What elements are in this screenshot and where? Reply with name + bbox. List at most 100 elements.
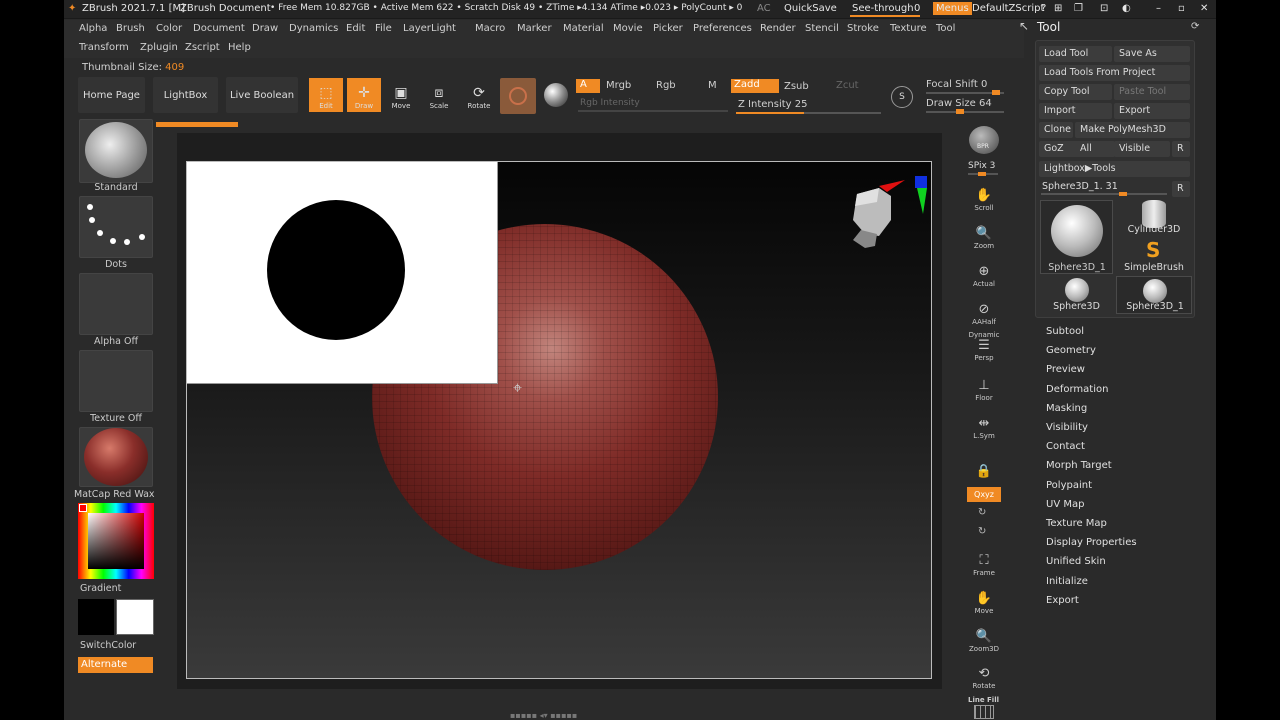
menu-color[interactable]: Color (156, 23, 182, 34)
menu-layer[interactable]: Layer (403, 23, 431, 34)
color-square[interactable] (88, 513, 144, 569)
sphere-shading-icon[interactable] (544, 83, 568, 107)
spix-track[interactable] (968, 172, 998, 176)
tool-panel-handle-icon[interactable]: ↖ (1019, 19, 1029, 33)
lock-button[interactable]: 🔒 (967, 448, 1001, 480)
layout2-icon[interactable]: ⊡ (1100, 3, 1108, 14)
lightbox-tools-button[interactable]: Lightbox▶Tools (1039, 161, 1190, 177)
subpalette-masking[interactable]: Masking (1046, 403, 1087, 414)
see-through-slider[interactable] (850, 15, 920, 17)
tool-panel-reset-icon[interactable]: ⟳ (1191, 21, 1199, 32)
xyz-toggle[interactable]: Qxyz (967, 487, 1001, 502)
see-through-label[interactable]: See-through (852, 3, 914, 14)
menu-document[interactable]: Document (193, 23, 245, 34)
rgb-toggle[interactable]: Rgb (656, 80, 676, 91)
restore-icon[interactable]: ❐ (1074, 3, 1083, 14)
menu-draw[interactable]: Draw (252, 23, 278, 34)
load-tools-from-project-button[interactable]: Load Tools From Project (1039, 65, 1190, 81)
menu-stencil[interactable]: Stencil (805, 23, 839, 34)
focal-shift-slider[interactable]: Focal Shift 0 (926, 79, 987, 90)
menu-transform[interactable]: Transform (79, 42, 129, 53)
tool-thumb-sphere3d[interactable]: Sphere3D (1040, 276, 1113, 314)
menu-alpha[interactable]: Alpha (79, 23, 107, 34)
alternate-button[interactable]: Alternate (78, 657, 153, 673)
y-rotate-icon[interactable]: ↻ (978, 507, 986, 518)
texture-thumb[interactable] (79, 350, 153, 412)
help-icon[interactable]: ? (1041, 3, 1046, 14)
floor-button[interactable]: ⊥ Floor (967, 370, 1001, 402)
rgb-intensity-slider[interactable]: Rgb Intensity (580, 98, 640, 108)
zsub-toggle[interactable]: Zsub (784, 81, 809, 92)
frame-button[interactable]: ⛶ Frame (967, 545, 1001, 577)
actual-button[interactable]: ⊕ Actual (967, 256, 1001, 288)
color-picker[interactable] (78, 503, 154, 579)
switch-color-button[interactable]: SwitchColor (80, 640, 184, 651)
mrgb-toggle[interactable]: Mrgb (606, 80, 631, 91)
a-toggle[interactable]: A (576, 79, 600, 93)
menu-dynamics[interactable]: Dynamics (289, 23, 338, 34)
theme-icon[interactable]: ◐ (1122, 3, 1131, 14)
goz-button[interactable]: GoZ (1039, 141, 1079, 157)
z-intensity-track[interactable] (736, 112, 881, 114)
scroll-button[interactable]: ✋ Scroll (967, 180, 1001, 212)
tool-thumb-sphere3d-1-active[interactable]: Sphere3D_1 (1040, 200, 1113, 274)
draw-size-track[interactable] (926, 109, 1004, 114)
spix-slider[interactable]: SPix 3 (968, 161, 995, 171)
subpalette-polypaint[interactable]: Polypaint (1046, 480, 1092, 491)
rotate-button[interactable]: ⟳ Rotate (462, 78, 496, 112)
zadd-toggle[interactable]: Zadd (731, 79, 779, 93)
brush-thumb[interactable] (79, 119, 153, 183)
tool-panel-title[interactable]: Tool (1037, 20, 1060, 34)
menu-brush[interactable]: Brush (116, 23, 145, 34)
subpalette-unified-skin[interactable]: Unified Skin (1046, 556, 1106, 567)
ac-button[interactable]: AC (757, 3, 771, 14)
lightbox-button[interactable]: LightBox (153, 77, 218, 113)
menu-zscript[interactable]: Zscript (185, 42, 220, 53)
menu-light[interactable]: Light (431, 23, 456, 34)
subpalette-texture-map[interactable]: Texture Map (1046, 518, 1107, 529)
menu-file[interactable]: File (375, 23, 392, 34)
aahalf-button[interactable]: ⊘ AAHalf (967, 294, 1001, 326)
import-button[interactable]: Import (1039, 103, 1112, 119)
menu-stroke[interactable]: Stroke (847, 23, 879, 34)
subpalette-deformation[interactable]: Deformation (1046, 384, 1108, 395)
move-button[interactable]: ▣ Move (384, 78, 418, 112)
load-tool-button[interactable]: Load Tool (1039, 46, 1112, 62)
persp-button[interactable]: Dynamic ☰ Persp (967, 328, 1001, 362)
zcut-toggle[interactable]: Zcut (836, 80, 859, 91)
clone-button[interactable]: Clone (1039, 122, 1073, 138)
live-boolean-button[interactable]: Live Boolean (226, 77, 298, 113)
r-button[interactable]: R (1172, 141, 1190, 157)
subpalette-subtool[interactable]: Subtool (1046, 326, 1084, 337)
menu-marker[interactable]: Marker (517, 23, 552, 34)
material-thumb[interactable] (79, 427, 153, 487)
lsym-button[interactable]: ⇹ L.Sym (967, 408, 1001, 440)
navigation-cube-icon[interactable] (847, 174, 937, 254)
edit-button[interactable]: ⬚ Edit (309, 78, 343, 112)
subpalette-preview[interactable]: Preview (1046, 364, 1085, 375)
primary-color-swatch[interactable] (116, 599, 154, 635)
subpalette-display-properties[interactable]: Display Properties (1046, 537, 1137, 548)
draw-size-slider[interactable]: Draw Size 64 (926, 98, 992, 109)
subpalette-contact[interactable]: Contact (1046, 441, 1085, 452)
menu-help[interactable]: Help (228, 42, 251, 53)
subpalette-visibility[interactable]: Visibility (1046, 422, 1088, 433)
zoom3d-button[interactable]: 🔍 Zoom3D (967, 621, 1001, 653)
rotate-view-button[interactable]: ⟲ Rotate (967, 658, 1001, 690)
z-intensity-slider[interactable]: Z Intensity 25 (738, 99, 807, 110)
stroke-thumb[interactable] (79, 196, 153, 258)
minimize-icon[interactable]: – (1156, 3, 1161, 14)
m-toggle[interactable]: M (708, 80, 717, 91)
close-icon[interactable]: ✕ (1200, 3, 1208, 14)
gradient-label[interactable]: Gradient (80, 583, 184, 594)
tool-r-button[interactable]: R (1172, 181, 1190, 197)
bpr-button[interactable]: BPR (969, 126, 999, 154)
tool-thumb-sphere3d-1[interactable]: Sphere3D_1 (1116, 276, 1192, 314)
home-page-button[interactable]: Home Page (78, 77, 145, 113)
menu-movie[interactable]: Movie (613, 23, 643, 34)
scale-button[interactable]: ⧈ Scale (422, 78, 456, 112)
bottom-tray-handle-icon[interactable]: ▪▪▪▪▪ ◂▾ ▪▪▪▪▪ (510, 711, 577, 720)
menu-material[interactable]: Material (563, 23, 604, 34)
menu-picker[interactable]: Picker (653, 23, 683, 34)
menu-texture[interactable]: Texture (890, 23, 927, 34)
